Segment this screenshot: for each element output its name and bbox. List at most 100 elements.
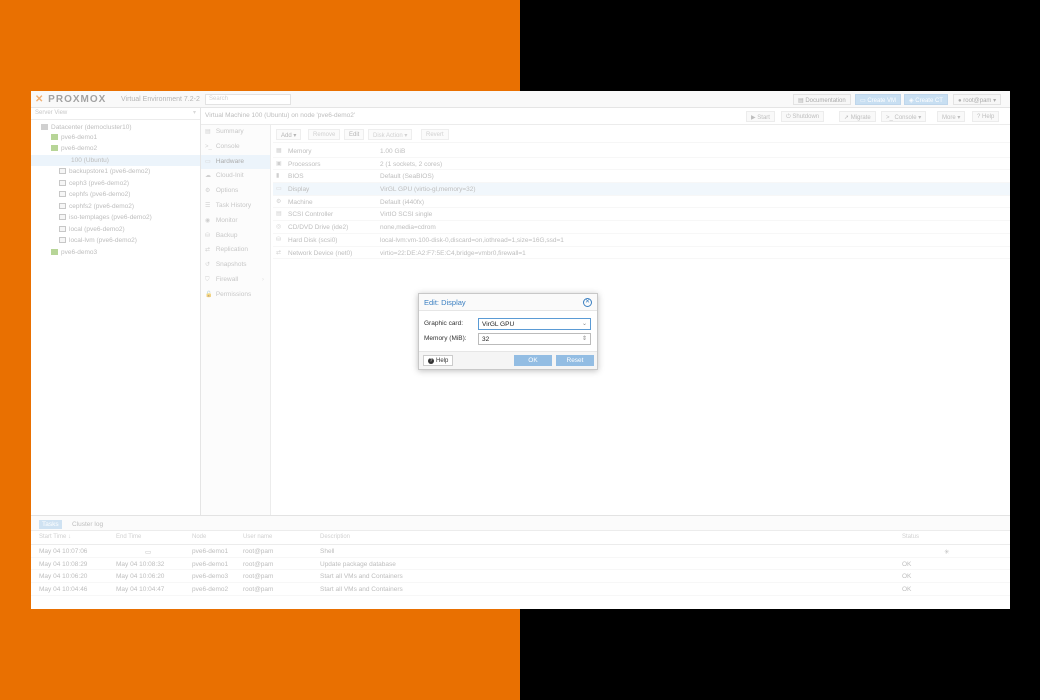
tree-item-storage[interactable]: cephfs (pve6-demo2) bbox=[31, 189, 200, 201]
help-button[interactable]: ? Help bbox=[423, 355, 454, 366]
menu-item-hardware[interactable]: ▭ Hardware bbox=[201, 154, 270, 170]
monitor-icon: ▭ bbox=[145, 549, 152, 556]
unlock-icon: 🔓 bbox=[205, 291, 213, 298]
storage-icon bbox=[59, 237, 66, 243]
proxmox-window: ✕ PROXMOX Virtual Environment 7.2-2 Sear… bbox=[31, 91, 1010, 609]
memory-label: Memory (MiB): bbox=[424, 335, 467, 342]
start-button[interactable]: ▶ Start bbox=[746, 111, 775, 122]
menu-item-snapshots[interactable]: ↺ Snapshots bbox=[201, 258, 270, 273]
col-status[interactable]: Status bbox=[902, 534, 919, 540]
close-icon[interactable]: ✕ bbox=[583, 298, 592, 307]
product-version: Virtual Environment 7.2-2 bbox=[121, 96, 200, 103]
disk-action-button[interactable]: Disk Action ▾ bbox=[368, 129, 413, 140]
node-icon bbox=[51, 133, 58, 140]
menu-item-cloud-init[interactable]: ☁ Cloud-Init bbox=[201, 169, 270, 184]
book-icon: ▤ bbox=[798, 98, 804, 104]
hardware-row[interactable]: ▦ Memory 1.00 GiB bbox=[273, 145, 1010, 158]
hardware-row[interactable]: ▮ BIOS Default (SeaBIOS) bbox=[273, 170, 1010, 184]
menu-item-console[interactable]: >_ Console bbox=[201, 140, 270, 155]
hardware-row[interactable]: ⛁ Hard Disk (scsi0) local-lvm:vm-100-disk-… bbox=[273, 234, 1010, 247]
tree-item-storage[interactable]: iso-templages (pve6-demo2) bbox=[31, 212, 200, 224]
hardware-table: ▦ Memory 1.00 GiB ▣ Processors 2 (1 sockets,… bbox=[273, 145, 1010, 260]
history-icon: ↺ bbox=[205, 262, 211, 269]
hardware-row[interactable]: ⚙ Machine Default (i440fx) bbox=[273, 196, 1010, 209]
storage-icon bbox=[59, 168, 66, 174]
cdrom-icon: ◎ bbox=[276, 224, 282, 231]
dialog-footer: ? Help OK Reset bbox=[419, 351, 597, 369]
spinner-arrows-icon[interactable]: ⇕ bbox=[582, 335, 587, 342]
tree-item-storage[interactable]: local (pve6-demo2) bbox=[31, 224, 200, 236]
create-ct-button[interactable]: ◈ Create CT bbox=[904, 94, 948, 105]
add-button[interactable]: Add ▾ bbox=[276, 129, 302, 140]
cloud-icon: ☁ bbox=[205, 173, 211, 180]
documentation-button[interactable]: ▤ Documentation bbox=[793, 94, 851, 105]
tree-item-node[interactable]: pve6-demo1 bbox=[31, 132, 200, 144]
menu-item-replication[interactable]: ⇄ Replication bbox=[201, 243, 270, 258]
user-icon: ● bbox=[958, 98, 962, 104]
col-end-time[interactable]: End Time bbox=[116, 534, 141, 540]
edit-display-dialog: Edit: Display ✕ Graphic card: VirGL GPU ⌄… bbox=[418, 293, 598, 370]
hardware-row[interactable]: ▣ Processors 2 (1 sockets, 2 cores) bbox=[273, 158, 1010, 171]
hardware-row[interactable]: ◎ CD/DVD Drive (ide2) none,media=cdrom bbox=[273, 221, 1010, 234]
search-input[interactable]: Search bbox=[205, 94, 291, 105]
tree-item-vm[interactable]: 100 (Ubuntu) bbox=[31, 154, 200, 166]
help-button[interactable]: ? Help bbox=[972, 111, 1000, 122]
tree-item-storage[interactable]: local-lvm (pve6-demo2) bbox=[31, 235, 200, 247]
storage-icon bbox=[59, 191, 66, 197]
remove-button[interactable]: Remove bbox=[308, 129, 341, 140]
chevron-right-icon: › bbox=[261, 275, 264, 283]
menu-item-monitor[interactable]: ◉ Monitor bbox=[201, 214, 270, 229]
tree-item-node[interactable]: pve6-demo2 bbox=[31, 143, 200, 155]
shutdown-button[interactable]: ⏻ Shutdown bbox=[781, 111, 825, 122]
graphic-card-select[interactable]: VirGL GPU ⌄ bbox=[478, 318, 591, 330]
menu-item-summary[interactable]: ▤ Summary bbox=[201, 125, 270, 140]
hardware-row-selected[interactable]: ▭ Display VirGL GPU (virtio-gl,memory=32) bbox=[273, 183, 1010, 196]
top-bar: ✕ PROXMOX Virtual Environment 7.2-2 Sear… bbox=[31, 91, 1010, 108]
tree-item-node[interactable]: pve6-demo3 bbox=[31, 247, 200, 259]
create-vm-button[interactable]: ▭ Create VM bbox=[855, 94, 902, 105]
hardware-row[interactable]: ▤ SCSI Controller VirtIO SCSI single bbox=[273, 208, 1010, 222]
edit-button[interactable]: Edit bbox=[344, 129, 365, 140]
graphic-card-row: Graphic card: VirGL GPU ⌄ bbox=[424, 318, 594, 330]
tree-item-datacenter[interactable]: Datacenter (democluster10) bbox=[31, 120, 200, 132]
menu-item-permissions[interactable]: 🔓 Permissions bbox=[201, 288, 270, 303]
storage-icon bbox=[59, 202, 66, 209]
gear-icon: ⚙ bbox=[205, 188, 211, 195]
tab-cluster-log[interactable]: Cluster log bbox=[69, 520, 106, 529]
memory-input[interactable]: 32 ⇕ bbox=[478, 333, 591, 345]
user-menu-button[interactable]: ● root@pam ▾ bbox=[953, 94, 1002, 105]
view-selector[interactable]: Server View bbox=[31, 108, 200, 120]
menu-item-task-history[interactable]: ☰ Task History bbox=[201, 199, 270, 214]
vm-nav-menu: ▤ Summary >_ Console ▭ Hardware ☁ Cloud-… bbox=[201, 125, 271, 515]
hardware-row[interactable]: ⇄ Network Device (net0) virtio=22:DE:A2:F7… bbox=[273, 247, 1010, 260]
tree-item-storage[interactable]: backupstore1 (pve6-demo2) bbox=[31, 166, 200, 178]
cpu-icon: ▣ bbox=[276, 160, 282, 167]
menu-item-firewall[interactable]: ⛉ Firewall › bbox=[201, 273, 270, 288]
hardware-icon: ▭ bbox=[205, 158, 211, 165]
more-button[interactable]: More ▾ bbox=[937, 111, 966, 122]
tree-item-storage[interactable]: cephfs2 (pve6-demo2) bbox=[31, 201, 200, 213]
table-row[interactable]: May 04 10:08:29 May 04 10:08:32 pve6-dem… bbox=[31, 558, 1010, 571]
ok-button[interactable]: OK bbox=[514, 355, 552, 366]
memory-icon: ▦ bbox=[276, 148, 282, 154]
proxmox-logo: ✕ PROXMOX bbox=[35, 94, 107, 105]
col-user[interactable]: User name bbox=[243, 534, 272, 540]
col-start-time[interactable]: Start Time ↓ bbox=[39, 534, 71, 540]
table-row[interactable]: May 04 10:06:20 May 04 10:06:20 pve6-dem… bbox=[31, 570, 1010, 584]
migrate-button[interactable]: ➚ Migrate bbox=[839, 111, 876, 122]
tab-tasks[interactable]: Tasks bbox=[39, 520, 62, 529]
question-icon: ? bbox=[428, 358, 434, 364]
col-description[interactable]: Description bbox=[320, 534, 350, 540]
menu-item-backup[interactable]: ⛁ Backup bbox=[201, 229, 270, 244]
table-row[interactable]: May 04 10:04:46 May 04 10:04:47 pve6-dem… bbox=[31, 583, 1010, 596]
tree-item-storage[interactable]: ceph3 (pve6-demo2) bbox=[31, 178, 200, 190]
col-node[interactable]: Node bbox=[192, 534, 206, 540]
vm-title: Virtual Machine 100 (Ubuntu) on node 'pv… bbox=[205, 112, 356, 119]
storage-icon bbox=[59, 214, 66, 220]
table-row[interactable]: May 04 10:07:06 ▭ pve6-demo1 root@pam Sh… bbox=[31, 545, 1010, 558]
revert-button[interactable]: Revert bbox=[421, 129, 449, 140]
node-icon bbox=[51, 248, 58, 255]
menu-item-options[interactable]: ⚙ Options bbox=[201, 184, 270, 199]
console-button[interactable]: >_ Console ▾ bbox=[881, 111, 927, 122]
reset-button[interactable]: Reset bbox=[556, 355, 594, 366]
